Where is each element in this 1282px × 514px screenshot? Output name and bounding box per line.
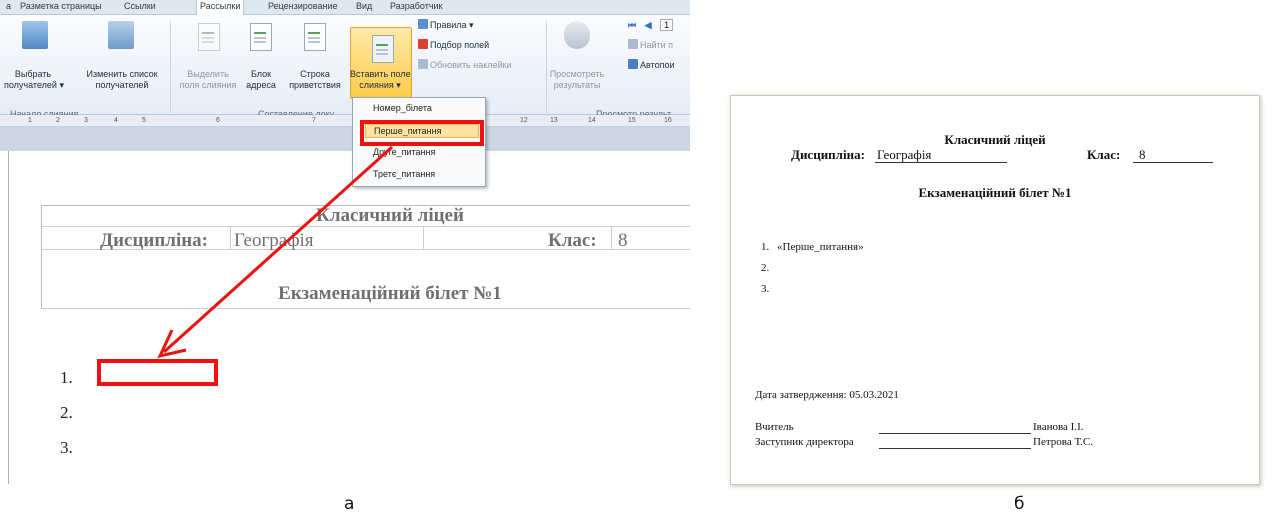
school-name: Класичний ліцей [944,132,1046,147]
caption-b: б [1014,494,1025,514]
deputy-label: Заступник директора [755,436,854,448]
question-number: 1. [761,241,770,253]
caption-a: а [344,494,355,514]
discipline-label: Дисципліна: [791,147,865,162]
deputy-name: Петрова Т.С. [1033,436,1093,448]
teacher-name: Іванова І.І. [1033,421,1084,433]
word-window-screenshot: а Разметка страницы Ссылки Рассылки Реце… [0,0,690,484]
merged-document-preview: Класичний ліцей Дисципліна: Географія Кл… [730,95,1260,485]
signature-line [879,448,1031,449]
ticket-title: Екзаменаційний білет №1 [918,185,1072,200]
discipline-value: Географія [877,147,932,162]
signature-line [879,433,1031,434]
red-arrow-icon [157,145,394,359]
underline [1133,162,1213,163]
approval-date: Дата затвердження: 05.03.2021 [755,389,899,401]
question-number: 3. [761,283,770,295]
underline [875,162,1007,163]
class-label: Клас: [1087,147,1121,162]
class-value: 8 [1139,147,1146,162]
teacher-label: Вчитель [755,421,794,433]
question-number: 2. [761,262,770,274]
question-text: «Перше_питання» [777,241,864,253]
